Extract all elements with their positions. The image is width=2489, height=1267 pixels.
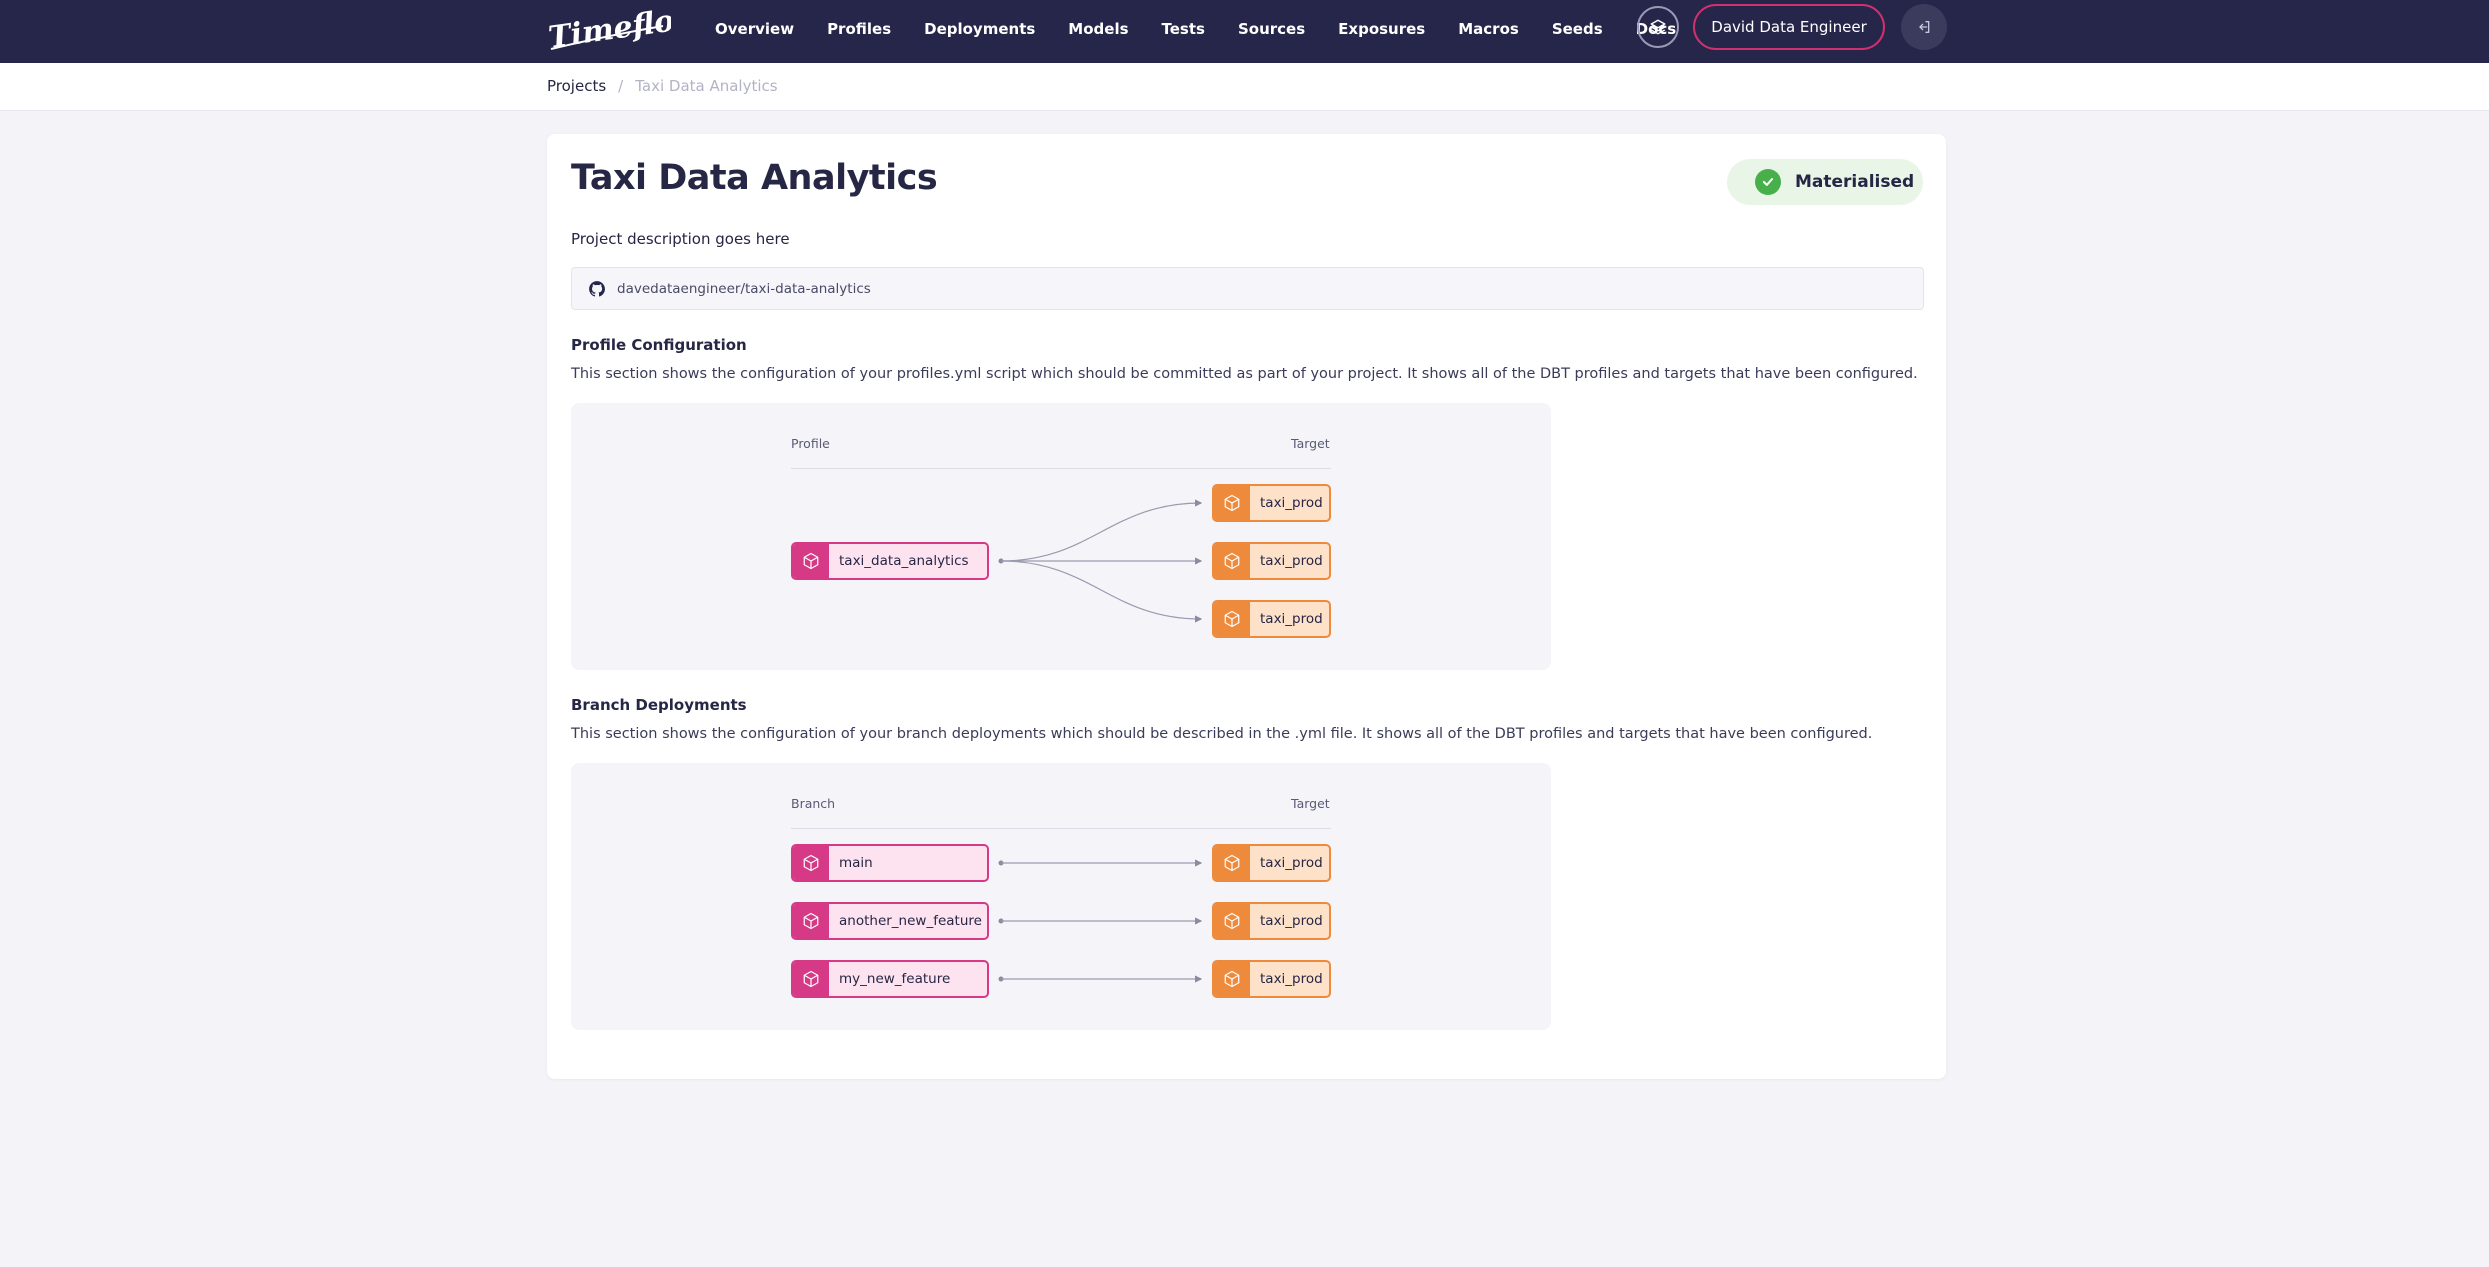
user-menu-button[interactable]: David Data Engineer bbox=[1693, 4, 1885, 50]
breadcrumb-bar: Projects / Taxi Data Analytics bbox=[0, 63, 2489, 111]
top-navbar: Timeflow Overview Profiles Deployments M… bbox=[0, 0, 2489, 63]
edge-profile-target-1 bbox=[1000, 499, 1203, 562]
profile-section-title: Profile Configuration bbox=[571, 336, 747, 354]
nav-seeds[interactable]: Seeds bbox=[1552, 20, 1603, 38]
repository-name: davedataengineer/taxi-data-analytics bbox=[617, 280, 871, 297]
target-node-label: taxi_prod bbox=[1260, 913, 1323, 929]
profile-section-description: This section shows the configuration of … bbox=[571, 366, 1918, 382]
logout-icon bbox=[1919, 21, 1930, 33]
project-card: Taxi Data Analytics Materialised Project… bbox=[547, 134, 1946, 1079]
branch-node[interactable]: another_new_feature bbox=[791, 902, 989, 940]
cube-icon bbox=[793, 962, 829, 996]
nav-profiles[interactable]: Profiles bbox=[827, 20, 891, 38]
profile-diagram: Profile Target taxi_data_analytics taxi_… bbox=[571, 403, 1551, 670]
cube-icon bbox=[1214, 544, 1250, 578]
branch-node-label: my_new_feature bbox=[839, 971, 951, 987]
branch-diagram: Branch Target main another_new_feature m… bbox=[571, 763, 1551, 1030]
profile-edges bbox=[998, 499, 1203, 623]
page-title: Taxi Data Analytics bbox=[571, 158, 938, 198]
nav-exposures[interactable]: Exposures bbox=[1338, 20, 1425, 38]
target-node-label: taxi_prod bbox=[1260, 611, 1323, 627]
target-node-label: taxi_prod bbox=[1260, 855, 1323, 871]
branch-node-label: main bbox=[839, 855, 873, 871]
status-label: Materialised bbox=[1795, 172, 1915, 192]
branch-node-label: another_new_feature bbox=[839, 913, 982, 929]
main-nav: Overview Profiles Deployments Models Tes… bbox=[715, 0, 1709, 57]
nav-sources[interactable]: Sources bbox=[1238, 20, 1305, 38]
cube-icon bbox=[1214, 962, 1250, 996]
target-node[interactable]: taxi_prod bbox=[1212, 484, 1331, 522]
breadcrumb-projects-link[interactable]: Projects bbox=[547, 77, 606, 95]
github-icon bbox=[589, 280, 605, 297]
layers-icon bbox=[1650, 19, 1666, 35]
nav-deployments[interactable]: Deployments bbox=[924, 20, 1035, 38]
logout-button[interactable] bbox=[1901, 4, 1947, 50]
branch-node[interactable]: main bbox=[791, 844, 989, 882]
status-badge: Materialised bbox=[1727, 159, 1923, 205]
timeflow-logo[interactable]: Timeflow bbox=[545, 6, 671, 54]
target-node-label: taxi_prod bbox=[1260, 971, 1323, 987]
breadcrumb-separator: / bbox=[618, 77, 624, 95]
target-node-label: taxi_prod bbox=[1260, 553, 1323, 569]
target-node[interactable]: taxi_prod bbox=[1212, 960, 1331, 998]
branch-edges bbox=[998, 859, 1203, 983]
layers-button[interactable] bbox=[1637, 6, 1679, 48]
nav-overview[interactable]: Overview bbox=[715, 20, 794, 38]
cube-icon bbox=[1214, 846, 1250, 880]
edge-profile-target-3 bbox=[1000, 560, 1203, 623]
profile-node-label: taxi_data_analytics bbox=[839, 553, 969, 569]
breadcrumb-current: Taxi Data Analytics bbox=[635, 77, 778, 95]
branch-node[interactable]: my_new_feature bbox=[791, 960, 989, 998]
cube-icon bbox=[793, 904, 829, 938]
branch-section-description: This section shows the configuration of … bbox=[571, 726, 1873, 742]
cube-icon bbox=[1214, 486, 1250, 520]
check-circle-icon bbox=[1755, 169, 1781, 195]
branch-section-title: Branch Deployments bbox=[571, 696, 747, 714]
target-node[interactable]: taxi_prod bbox=[1212, 600, 1331, 638]
nav-macros[interactable]: Macros bbox=[1458, 20, 1519, 38]
target-node[interactable]: taxi_prod bbox=[1212, 902, 1331, 940]
column-header-target: Target bbox=[1291, 796, 1330, 811]
cube-icon bbox=[1214, 904, 1250, 938]
target-node[interactable]: taxi_prod bbox=[1212, 844, 1331, 882]
repository-link[interactable]: davedataengineer/taxi-data-analytics bbox=[571, 267, 1924, 310]
nav-models[interactable]: Models bbox=[1068, 20, 1128, 38]
column-header-branch: Branch bbox=[791, 796, 836, 811]
profile-node[interactable]: taxi_data_analytics bbox=[791, 542, 989, 580]
cube-icon bbox=[793, 846, 829, 880]
nav-tests[interactable]: Tests bbox=[1162, 20, 1205, 38]
breadcrumb: Projects / Taxi Data Analytics bbox=[547, 77, 778, 95]
target-node-label: taxi_prod bbox=[1260, 495, 1323, 511]
project-description: Project description goes here bbox=[571, 230, 790, 248]
column-divider bbox=[791, 828, 1331, 829]
cube-icon bbox=[793, 544, 829, 578]
svg-text:Timeflow: Timeflow bbox=[546, 6, 671, 54]
column-divider bbox=[791, 468, 1331, 469]
target-node[interactable]: taxi_prod bbox=[1212, 542, 1331, 580]
cube-icon bbox=[1214, 602, 1250, 636]
column-header-target: Target bbox=[1291, 436, 1330, 451]
column-header-profile: Profile bbox=[791, 436, 830, 451]
